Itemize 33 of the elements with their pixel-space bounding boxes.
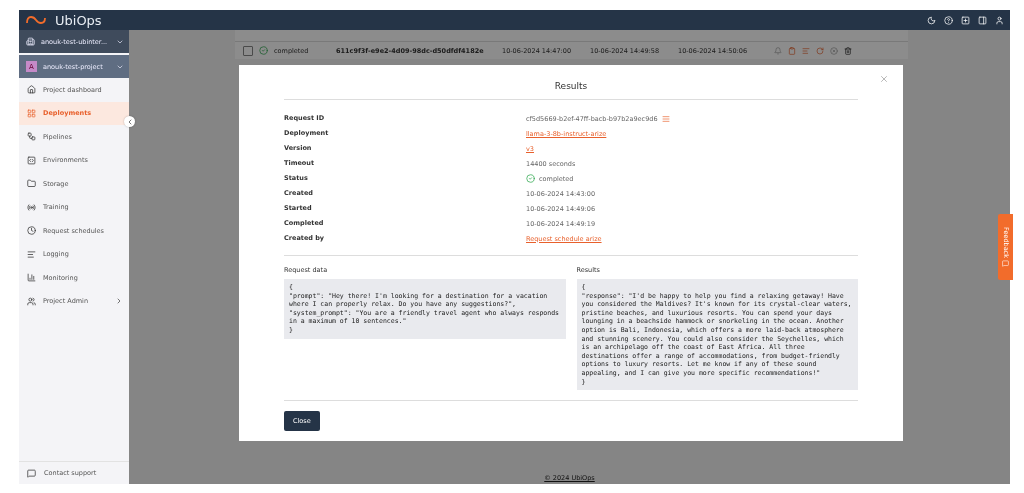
- nav-icon: [27, 108, 36, 118]
- panel-icon[interactable]: [978, 15, 987, 25]
- logs-icon[interactable]: [802, 46, 810, 55]
- nav-icon: [27, 85, 36, 95]
- check-circle-icon: [526, 174, 535, 183]
- retry-icon[interactable]: [816, 46, 824, 55]
- help-icon[interactable]: [944, 15, 953, 25]
- app-logo: UbiOps: [55, 12, 102, 28]
- dialog-title: Results: [284, 65, 858, 100]
- nav-icon: [27, 296, 36, 306]
- nav-icon: [27, 155, 36, 165]
- user-icon[interactable]: [995, 15, 1004, 25]
- check-circle-icon: [259, 46, 268, 55]
- add-icon[interactable]: [961, 15, 970, 25]
- copy-icon[interactable]: [661, 114, 670, 123]
- row-checkbox[interactable]: [243, 45, 253, 56]
- trash-icon[interactable]: [844, 46, 852, 55]
- chat-icon: [27, 468, 36, 478]
- chat-icon: [1002, 260, 1009, 268]
- bell-icon[interactable]: [774, 46, 782, 55]
- close-icon[interactable]: [879, 74, 889, 84]
- collapse-button[interactable]: [124, 116, 135, 127]
- nav-icon: [27, 202, 36, 212]
- logo-icon: [25, 15, 47, 25]
- cancel-icon[interactable]: [830, 46, 838, 55]
- nav-icon: [27, 132, 36, 142]
- nav-icon: [27, 179, 36, 189]
- nav-icon: [27, 273, 36, 283]
- clipboard-icon[interactable]: [788, 46, 796, 55]
- building-icon: [26, 37, 35, 46]
- nav-icon: [27, 226, 36, 236]
- nav-icon: [27, 249, 36, 259]
- moon-icon[interactable]: [927, 15, 936, 25]
